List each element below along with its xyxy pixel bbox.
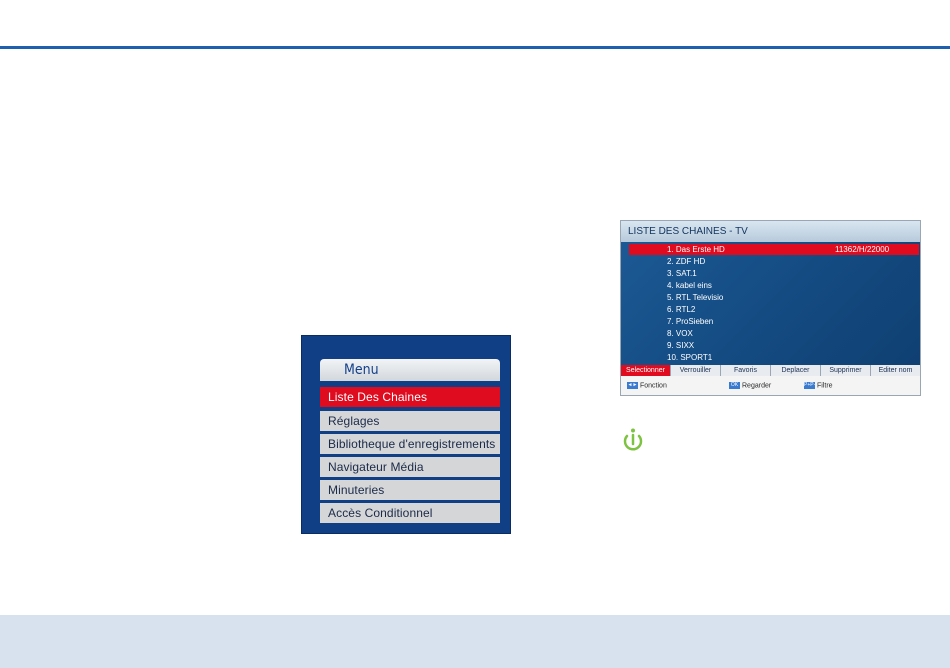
ok-key-icon: OK (729, 382, 740, 389)
channel-name: 7. ProSieben (667, 317, 714, 326)
channel-name: 1. Das Erste HD (667, 245, 725, 254)
favorites-button[interactable]: Favoris (721, 365, 771, 376)
lock-button[interactable]: Verrouiller (671, 365, 721, 376)
page-key-icon: P+P- (804, 382, 816, 389)
legend-filter: P+P- Filtre (804, 382, 833, 389)
menu-item-minuteries[interactable]: Minuteries (320, 480, 500, 500)
delete-button[interactable]: Supprimer (821, 365, 871, 376)
menu-screen: Menu Liste Des Chaines Réglages Biblioth… (301, 335, 511, 534)
channel-row[interactable]: 7. ProSieben (629, 316, 919, 327)
channel-name: 6. RTL2 (667, 305, 696, 314)
channel-list-screen: LISTE DES CHAINES - TV 1. Das Erste HD 1… (620, 220, 921, 396)
move-button[interactable]: Deplacer (771, 365, 821, 376)
channel-row[interactable]: 2. ZDF HD (629, 256, 919, 267)
channel-name: 2. ZDF HD (667, 257, 706, 266)
channel-list-title: LISTE DES CHAINES - TV (621, 221, 920, 242)
function-button-bar: Selectionner Verrouiller Favoris Deplace… (621, 365, 920, 376)
menu-item-navigateur-media[interactable]: Navigateur Média (320, 457, 500, 477)
channel-row[interactable]: 3. SAT.1 (629, 268, 919, 279)
select-button[interactable]: Selectionner (621, 365, 671, 376)
channel-row[interactable]: 5. RTL Televisio (629, 292, 919, 303)
channel-row[interactable]: 6. RTL2 (629, 304, 919, 315)
channel-row[interactable]: 4. kabel eins (629, 280, 919, 291)
legend-label: Fonction (640, 382, 667, 390)
channel-name: 3. SAT.1 (667, 269, 697, 278)
key-legend: ◄► Fonction OK Regarder P+P- Filtre (621, 376, 920, 395)
channel-frequency: 11362/H/22000 (835, 245, 890, 254)
channel-name: 4. kabel eins (667, 281, 712, 290)
legend-label: Filtre (817, 382, 833, 390)
menu-title: Menu (320, 359, 500, 381)
footer-band (0, 615, 950, 668)
channel-name: 9. SIXX (667, 341, 695, 350)
channel-row[interactable]: 10. SPORT1 (629, 352, 919, 363)
channel-name: 8. VOX (667, 329, 693, 338)
channel-name: 10. SPORT1 (667, 353, 713, 362)
menu-item-reglages[interactable]: Réglages (320, 411, 500, 431)
menu-item-liste-des-chaines[interactable]: Liste Des Chaines (320, 387, 500, 407)
arrows-key-icon: ◄► (627, 382, 638, 389)
legend-label: Regarder (742, 382, 772, 390)
menu-item-acces-conditionnel[interactable]: Accès Conditionnel (320, 503, 500, 523)
channel-name: 5. RTL Televisio (667, 293, 724, 302)
channel-row[interactable]: 8. VOX (629, 328, 919, 339)
edit-name-button[interactable]: Editer nom (871, 365, 920, 376)
channel-row[interactable]: 1. Das Erste HD 11362/H/22000 (629, 244, 919, 255)
top-rule (0, 46, 950, 49)
info-icon (623, 428, 643, 451)
channel-row[interactable]: 9. SIXX (629, 340, 919, 351)
legend-watch: OK Regarder (729, 382, 771, 389)
menu-item-bibliotheque[interactable]: Bibliotheque d'enregistrements (320, 434, 500, 454)
legend-function: ◄► Fonction (627, 382, 667, 389)
